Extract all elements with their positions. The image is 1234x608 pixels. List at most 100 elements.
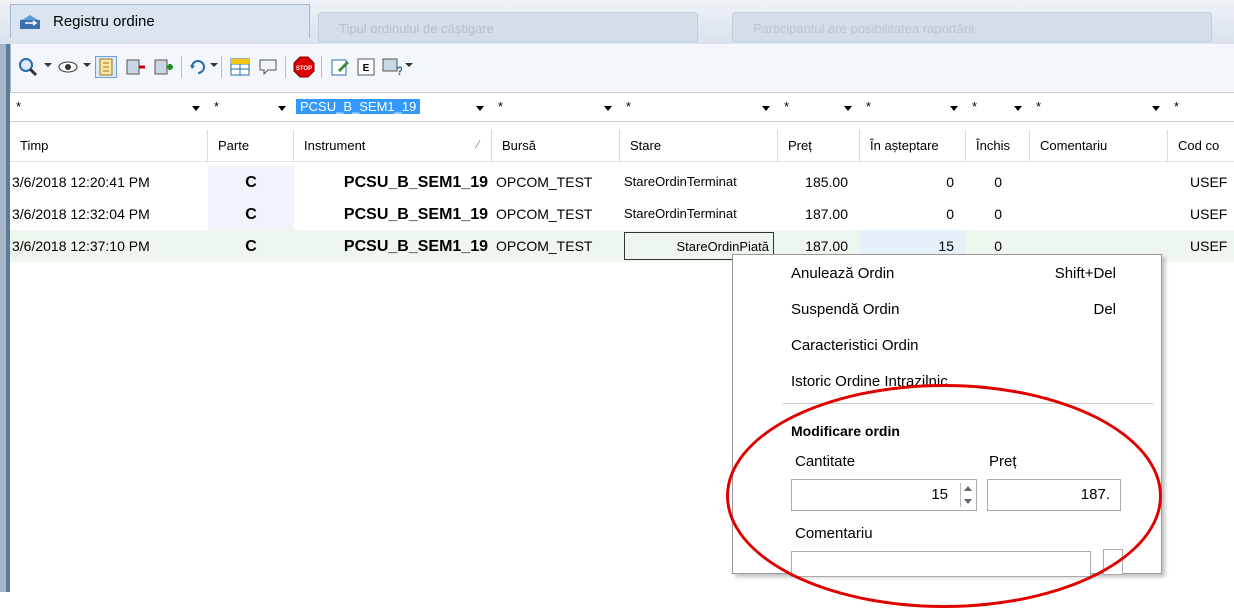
cell-parte: C [208, 230, 294, 262]
svg-text:STOP: STOP [296, 66, 312, 72]
filter-value: * [498, 99, 504, 114]
eye-icon[interactable] [57, 56, 79, 78]
edit-icon[interactable] [329, 56, 351, 78]
filter-value: * [214, 99, 220, 114]
filter-instrument[interactable]: PCSU_B_SEM1_19 [294, 97, 490, 119]
chevron-down-icon[interactable] [964, 499, 972, 504]
spinner-icon[interactable] [960, 483, 974, 507]
filter-value: * [1036, 99, 1042, 114]
comment-field[interactable] [791, 551, 1091, 577]
export-icon[interactable]: E [355, 56, 377, 78]
column-header-parte[interactable]: Parte [208, 130, 294, 162]
column-header-bursa[interactable]: Bursă [492, 130, 620, 162]
help-dropdown-icon[interactable] [405, 63, 413, 67]
filter-timp[interactable]: * [10, 97, 206, 119]
buy-icon[interactable] [153, 56, 175, 78]
menu-item-suspend-order[interactable]: Suspendă Ordin Del [791, 301, 1131, 325]
cell-instrument: PCSU_B_SEM1_19 [343, 174, 488, 191]
chevron-up-icon[interactable] [964, 486, 972, 491]
filter-bursa[interactable]: * [492, 97, 618, 119]
chevron-down-icon[interactable] [1152, 106, 1160, 111]
sort-indicator-icon: ∕ [477, 139, 479, 151]
column-header-stare[interactable]: Stare [620, 130, 778, 162]
column-header-pret[interactable]: Preț [778, 130, 860, 162]
sell-icon[interactable] [125, 56, 147, 78]
chevron-down-icon[interactable] [476, 106, 484, 111]
price-field[interactable]: 187. [987, 479, 1121, 511]
context-menu: Anulează Ordin Shift+Del Suspendă Ordin … [732, 254, 1162, 577]
filter-pret[interactable]: * [778, 97, 858, 119]
filter-parte[interactable]: * [208, 97, 292, 119]
column-header-cod[interactable]: Cod co [1168, 130, 1234, 162]
chevron-down-icon[interactable] [950, 106, 958, 111]
filter-inchis[interactable]: * [966, 97, 1028, 119]
cell-cod: USEF [1190, 206, 1228, 222]
background-tab-2[interactable]: Participantul are posibilitatea raportăr… [732, 12, 1212, 42]
column-header-comentariu[interactable]: Comentariu [1030, 130, 1168, 162]
filter-comentariu[interactable]: * [1030, 97, 1166, 119]
filter-value: * [784, 99, 790, 114]
cell-bursa: OPCOM_TEST [496, 174, 593, 190]
cell-stare: StareOrdinTerminat [624, 174, 737, 189]
cell-pret: 185.00 [805, 174, 848, 190]
background-tab-1-label: Tipul ordinului de câștigare [339, 21, 494, 36]
table-row[interactable]: 3/6/2018 12:32:04 PM C PCSU_B_SEM1_19 OP… [10, 198, 1234, 230]
chevron-down-icon[interactable] [604, 106, 612, 111]
column-header-asteptare[interactable]: În așteptare [860, 130, 966, 162]
grid-icon[interactable] [229, 56, 251, 78]
toolbar-separator [321, 56, 322, 78]
filter-cod[interactable]: * [1168, 97, 1234, 119]
column-header-instrument[interactable]: Instrument ∕ [294, 130, 492, 162]
chevron-down-icon[interactable] [192, 106, 200, 111]
cell-parte: C [208, 166, 294, 198]
help-icon[interactable]: ? [381, 56, 403, 78]
cell-instrument: PCSU_B_SEM1_19 [343, 206, 488, 223]
order-registry-icon [20, 15, 40, 29]
refresh-dropdown-icon[interactable] [210, 63, 218, 67]
menu-item-label: Istoric Ordine Intrazilnic [791, 373, 948, 390]
column-header-timp[interactable]: Timp [10, 130, 208, 162]
column-header-instrument-label: Instrument [304, 138, 366, 153]
svg-text:?: ? [396, 64, 402, 77]
search-dropdown-icon[interactable] [44, 63, 52, 67]
eye-dropdown-icon[interactable] [83, 63, 91, 67]
chevron-down-icon[interactable] [762, 106, 770, 111]
chevron-down-icon[interactable] [278, 106, 286, 111]
filter-stare[interactable]: * [620, 97, 776, 119]
filter-value: * [1174, 99, 1180, 114]
order-book-icon[interactable] [95, 56, 117, 78]
background-tab-1[interactable]: Tipul ordinului de câștigare [318, 12, 698, 42]
menu-item-intraday-history[interactable]: Istoric Ordine Intrazilnic [791, 373, 1131, 397]
cell-timp: 3/6/2018 12:37:10 PM [12, 238, 150, 254]
refresh-icon[interactable] [187, 56, 209, 78]
cell-cod: USEF [1190, 238, 1228, 254]
price-value: 187. [1080, 486, 1110, 503]
cell-inchis: 0 [994, 174, 1002, 190]
comment-label: Comentariu [795, 525, 873, 542]
comment-button[interactable] [1103, 549, 1123, 575]
menu-item-label: Caracteristici Ordin [791, 337, 919, 354]
column-header-inchis[interactable]: Închis [966, 130, 1030, 162]
svg-text:E: E [363, 63, 370, 74]
cell-parte: C [208, 198, 294, 230]
menu-item-cancel-order[interactable]: Anulează Ordin Shift+Del [791, 265, 1131, 289]
cell-asteptare: 0 [946, 206, 954, 222]
table-row[interactable]: 3/6/2018 12:20:41 PM C PCSU_B_SEM1_19 OP… [10, 166, 1234, 198]
filter-asteptare[interactable]: * [860, 97, 964, 119]
filter-value: * [866, 99, 872, 114]
cell-comentariu [1030, 198, 1168, 230]
modify-order-title: Modificare ordin [791, 423, 900, 439]
quantity-stepper[interactable]: 15 [791, 479, 977, 511]
menu-item-shortcut: Del [1093, 301, 1116, 318]
stop-icon[interactable]: STOP [293, 56, 315, 78]
chevron-down-icon[interactable] [844, 106, 852, 111]
cell-timp: 3/6/2018 12:20:41 PM [12, 174, 150, 190]
filter-value: * [972, 99, 978, 114]
window-title-tab[interactable]: Registru ordine [10, 4, 310, 38]
chevron-down-icon[interactable] [1014, 106, 1022, 111]
menu-item-order-properties[interactable]: Caracteristici Ordin [791, 337, 1131, 361]
search-icon[interactable] [17, 56, 39, 78]
comment-icon[interactable] [257, 56, 279, 78]
menu-item-shortcut: Shift+Del [1054, 265, 1116, 282]
toolbar: STOP E ? [10, 44, 1234, 92]
